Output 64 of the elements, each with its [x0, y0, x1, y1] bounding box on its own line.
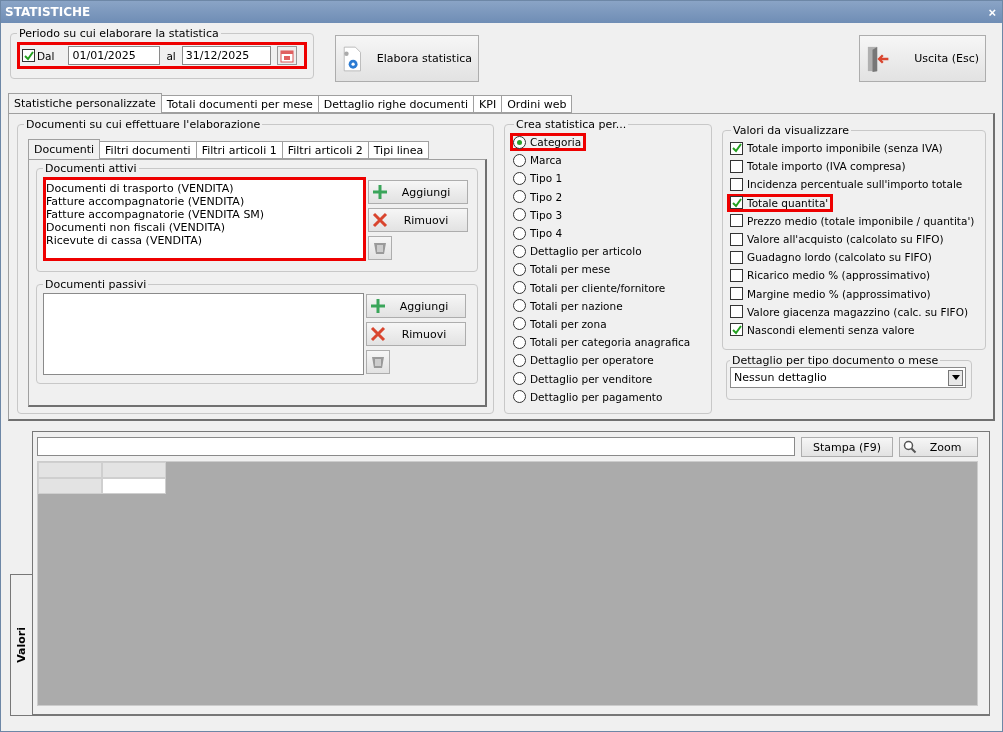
group-title: Documenti attivi [44, 162, 138, 175]
radio-option[interactable]: Dettaglio per articolo [510, 242, 647, 261]
checkbox-option[interactable]: Guadagno lordo (calcolato su FIFO) [727, 248, 937, 267]
radio-option[interactable]: Tipo 4 [510, 223, 568, 243]
checkbox-option[interactable]: Nascondi elementi senza valore [727, 320, 920, 340]
list-item[interactable]: Ricevute di cassa (VENDITA) [46, 234, 363, 247]
radio-option[interactable]: Totali per cliente/fornitore [510, 278, 671, 297]
window-title: STATISTICHE [5, 5, 91, 19]
tab[interactable]: Tipi linea [367, 141, 430, 159]
radio-option[interactable]: Dettaglio per venditore [510, 369, 658, 388]
tab[interactable]: Filtri articoli 2 [281, 141, 369, 159]
group-title: Dettaglio per tipo documento o mese [731, 354, 940, 367]
side-tab[interactable]: Valori [10, 574, 32, 716]
group-title: Crea statistica per... [515, 118, 628, 131]
checkbox-option[interactable]: Valore giacenza magazzino (calc. su FIFO) [727, 302, 973, 321]
checkbox-option[interactable]: Totale importo (IVA compresa) [727, 157, 911, 176]
group-title: Documenti passivi [44, 278, 148, 291]
add-button[interactable]: Aggiungi [368, 180, 468, 204]
radio-option[interactable]: Totali per mese [510, 260, 616, 279]
group-title: Periodo su cui elaborare la statistica [18, 27, 220, 40]
list-item[interactable]: Fatture accompagnatorie (VENDITA) [46, 195, 363, 208]
remove-button[interactable]: Rimuovi [368, 208, 468, 232]
checkbox-option[interactable]: Incidenza percentuale sull'importo totale [727, 175, 968, 194]
add-button[interactable]: Aggiungi [366, 294, 466, 318]
group-title: Documenti su cui effettuare l'elaborazione [25, 118, 262, 131]
tab[interactable]: Documenti [28, 139, 101, 159]
radio-option[interactable]: Dettaglio per operatore [510, 351, 659, 370]
tab[interactable]: Ordini web [501, 95, 573, 113]
checkbox-option[interactable]: Prezzo medio (totale imponibile / quantita') [727, 211, 980, 230]
tab[interactable]: Filtri documenti [99, 141, 197, 159]
radio-option[interactable]: Dettaglio per pagamento [510, 387, 668, 406]
radio-option[interactable]: Marca [510, 151, 567, 170]
process-button[interactable]: Elabora statistica [335, 35, 479, 82]
radio-option[interactable]: Totali per nazione [510, 296, 628, 315]
date-field[interactable]: 01/01/2025 [68, 46, 161, 65]
radio-option[interactable]: Tipo 1 [510, 169, 568, 188]
zoom-button[interactable]: Zoom [899, 437, 978, 457]
date-label: al [166, 49, 176, 62]
list-item[interactable]: Documenti non fiscali (VENDITA) [46, 221, 363, 234]
checkbox-option[interactable]: Valore all'acquisto (calcolato su FIFO) [727, 229, 949, 249]
remove-button[interactable]: Rimuovi [366, 322, 466, 346]
group-title: Valori da visualizzare [732, 124, 850, 137]
tab[interactable]: Totali documenti per mese [160, 95, 319, 113]
list-item[interactable]: Fatture accompagnatorie (VENDITA SM) [46, 208, 363, 221]
radio-option[interactable]: Totali per zona [510, 314, 612, 334]
print-button[interactable]: Stampa (F9) [801, 437, 893, 457]
tab[interactable]: Dettaglio righe documenti [317, 95, 475, 113]
radio-option[interactable]: Totali per categoria anagrafica [510, 333, 696, 352]
radio-option[interactable]: Tipo 3 [510, 205, 568, 224]
radio-option[interactable]: Tipo 2 [510, 187, 568, 206]
checkbox-option[interactable]: Ricarico medio % (approssimativo) [727, 266, 936, 285]
checkbox-option[interactable]: Totale quantita' [727, 193, 834, 212]
tab[interactable]: Statistiche personalizzate [8, 93, 162, 113]
detail-dropdown[interactable]: Nessun dettaglio [730, 367, 966, 388]
tab[interactable]: KPI [473, 95, 503, 113]
checkbox-option[interactable]: Totale importo imponibile (senza IVA) [727, 139, 948, 158]
checkbox-option[interactable]: Margine medio % (approssimativo) [727, 284, 936, 303]
list-item[interactable]: Documenti di trasporto (VENDITA) [46, 182, 363, 195]
checkbox-label: Dal [37, 49, 55, 62]
exit-button[interactable]: Uscita (Esc) [859, 35, 986, 82]
tab[interactable]: Filtri articoli 1 [195, 141, 283, 159]
document-list[interactable]: Documenti di trasporto (VENDITA) Fatture accompagnatorie (VENDITA) Fatture accompagnatorie (VENDITA SM) Documenti non fiscali (VENDITA) Ricevute di cassa (VENDITA) [43, 177, 366, 261]
date-field[interactable]: 31/12/2025 [181, 46, 271, 65]
radio-option[interactable]: Categoria [510, 133, 587, 152]
